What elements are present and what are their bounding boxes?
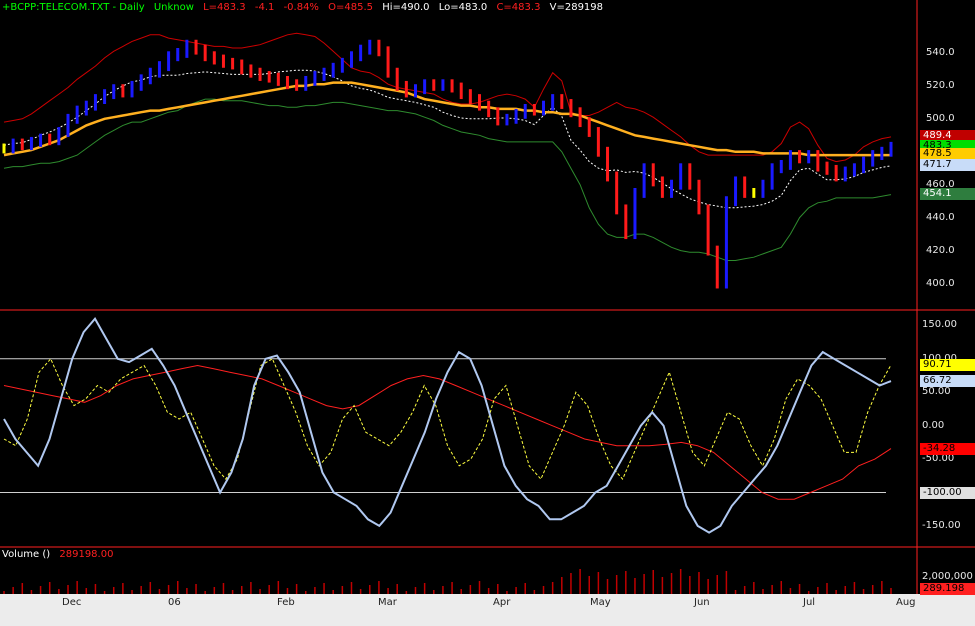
oscillator-axis-tick: 50.00 xyxy=(922,386,951,398)
long-moving-average-line xyxy=(3,81,891,157)
close-price: C=483.3 xyxy=(496,2,541,13)
volume-axis-tick: 2,000,000 xyxy=(922,571,973,582)
cci-fast-line xyxy=(3,316,892,534)
lower-band-line xyxy=(3,98,892,261)
oscillator-level-tag: 66.72 xyxy=(920,375,975,388)
date-axis-label: Apr xyxy=(493,597,511,608)
date-axis-label: May xyxy=(590,597,611,608)
header-line: +BCPP:TELECOM.TXT - Daily Unknow L=483.3… xyxy=(2,2,609,13)
chart-canvas[interactable] xyxy=(0,0,975,626)
price-axis-tick: 540.0 xyxy=(926,46,955,58)
oscillator-level-tag: -34.28 xyxy=(920,442,975,455)
volume-label: Volume () 289198.00 xyxy=(2,549,113,560)
volume-level-tag: 289.198 xyxy=(920,583,975,595)
date-axis-label: Jul xyxy=(803,597,816,608)
cci-slow-line xyxy=(3,357,892,481)
data-mode: Unknow xyxy=(153,2,194,13)
price-axis-tick: 400.0 xyxy=(926,277,955,289)
oscillator-axis-tick: 0.00 xyxy=(922,419,945,431)
volume-current: 289198.00 xyxy=(59,549,114,560)
oscillator-axis-tick: -50.00 xyxy=(922,453,955,465)
oscillator-axis-tick: 150.00 xyxy=(922,319,957,331)
volume-value: V=289198 xyxy=(549,2,604,13)
price-axis-tick: 420.0 xyxy=(926,244,955,256)
price-level-tag: 454.1 xyxy=(920,188,975,201)
low-price: Lo=483.0 xyxy=(438,2,488,13)
open-price: O=485.5 xyxy=(328,2,374,13)
date-axis-label: Jun xyxy=(694,597,710,608)
oscillator-level-tag: 90.71 xyxy=(920,359,975,371)
oscillator-level-tag: -100.00 xyxy=(920,486,975,499)
date-axis-label: Feb xyxy=(277,597,295,608)
price-axis-tick: 520.0 xyxy=(926,79,955,91)
price-level-tag: 478.5 xyxy=(920,148,975,161)
volume-title: Volume () xyxy=(2,549,51,560)
last-price: L=483.3 xyxy=(203,2,246,13)
date-axis-label: Dec xyxy=(62,597,82,608)
date-axis-label: Aug xyxy=(896,597,916,608)
cci-signal-line xyxy=(3,364,892,500)
middle-band-line xyxy=(3,69,892,209)
upper-band-line xyxy=(3,32,892,163)
price-axis-tick: 440.0 xyxy=(926,211,955,223)
date-axis-label: 06 xyxy=(168,597,181,608)
price-change: -4.1 xyxy=(254,2,275,13)
date-axis-label: Mar xyxy=(378,597,397,608)
price-change-pct: -0.84% xyxy=(283,2,319,13)
high-price: Hi=490.0 xyxy=(382,2,430,13)
date-axis: Dec 06 Feb Mar Apr May Jun Jul Aug xyxy=(0,594,975,626)
oscillator-axis-tick: -150.00 xyxy=(922,519,961,531)
price-axis-tick: 500.0 xyxy=(926,112,955,124)
ticker-name: +BCPP:TELECOM.TXT - Daily xyxy=(2,2,145,13)
price-level-tag: 471.7 xyxy=(920,159,975,172)
